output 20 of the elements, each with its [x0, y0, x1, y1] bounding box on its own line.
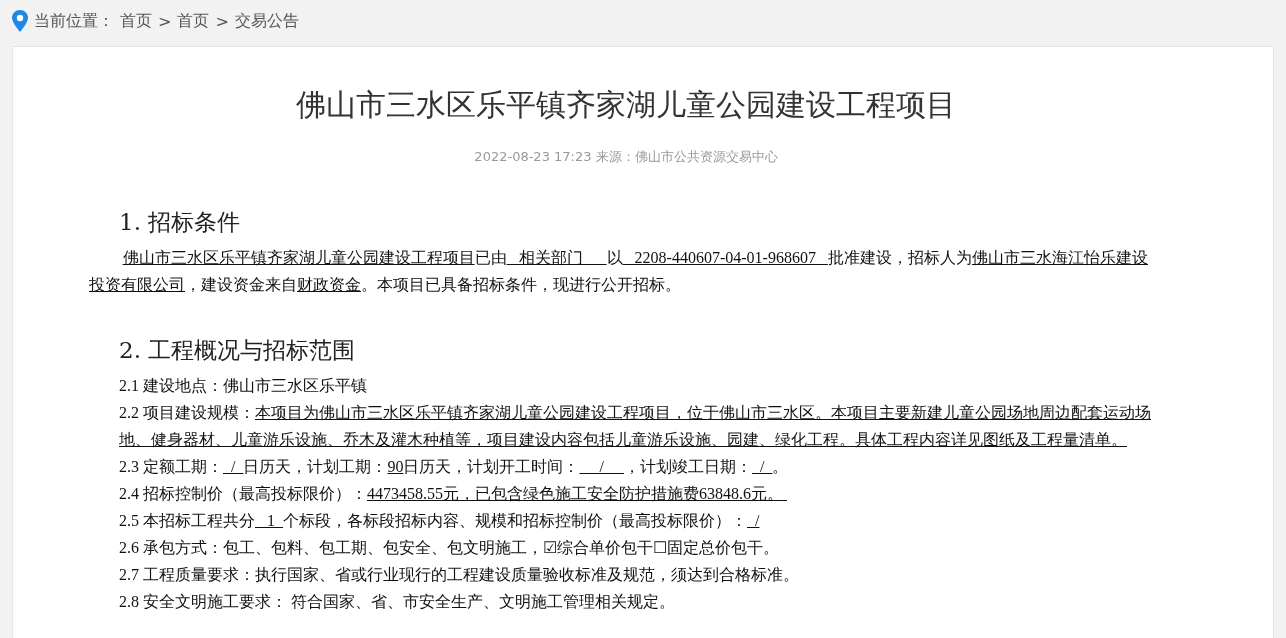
breadcrumb-separator: >	[215, 11, 229, 31]
location-pin-icon	[12, 10, 28, 32]
list-item: 2.5 本招标工程共分 1 个标段，各标段招标内容、规模和招标控制价（最高投标限价）： /	[119, 511, 761, 531]
article-title: 佛山市三水区乐平镇齐家湖儿童公园建设工程项目	[295, 86, 957, 124]
section-heading: 2. 工程概况与招标范围	[119, 336, 357, 365]
section-heading: 1. 招标条件	[119, 208, 242, 237]
list-item: 2.4 招标控制价（最高投标限价）：4473458.55元，已包含绿色施工安全防护措施费63848.6元。	[119, 484, 784, 504]
list-item: 2.8 安全文明施工要求： 符合国家、省、市安全生产、文明施工管理相关规定。	[119, 592, 676, 612]
breadcrumb-link[interactable]: 首页	[177, 10, 210, 32]
breadcrumb-link[interactable]: 首页	[120, 10, 152, 32]
list-item: 2.3 定额工期： / 日历天，计划工期：90日历天，计划开工时间： / ，计划竣工日期： / 。	[119, 457, 790, 477]
breadcrumb-separator: >	[158, 11, 172, 31]
paragraph: 佛山市三水区乐平镇齐家湖儿童公园建设工程项目 已由 相关部门 以 2208-440607-04-01-968607 批准建设，招标人为佛山市三水海江怡乐建设投资有限公司，建设资金来自财政资金。本项目已具备招标条件，现进行公开招标。	[89, 248, 1149, 295]
list-item: 2.1 建设地点：佛山市三水区乐平镇	[119, 376, 368, 396]
list-item: 2.2 项目建设规模：本项目为佛山市三水区乐平镇齐家湖儿童公园建设工程项目，位于佛山市三水区。本项目主要新建儿童公园场地周边配套运动场地、健身器材、儿童游乐设施、乔木及灌木种植等，项目建设内容包括儿童游乐设施、园建、绿化工程。具体工程内容详见图纸及工程量清单。	[119, 403, 1152, 450]
article-meta: 2022-08-23 17:23 来源：佛山市公共资源交易中心	[473, 148, 779, 166]
list-item: 2.6 承包方式：包工、包料、包工期、包安全、包文明施工，☑综合单价包干☐固定总价包干。	[119, 538, 780, 558]
list-item: 2.7 工程质量要求：执行国家、省或行业现行的工程建设质量验收标准及规范，须达到合格标准。	[119, 565, 800, 585]
breadcrumb-link[interactable]: 交易公告	[234, 10, 299, 32]
breadcrumb-label: 当前位置：	[34, 10, 114, 32]
